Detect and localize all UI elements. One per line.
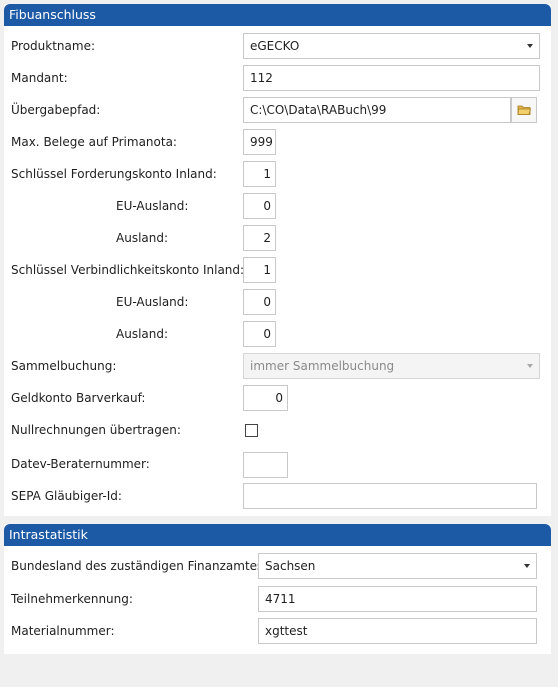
sammelbuchung-value: immer Sammelbuchung: [250, 359, 395, 373]
geldkonto-field[interactable]: 0: [243, 385, 288, 411]
uebergabepfad-field[interactable]: C:\CO\Data\RABuch\99: [243, 97, 511, 123]
produktname-label: Produktname:: [11, 39, 95, 53]
datev-label: Datev-Beraternummer:: [11, 457, 150, 471]
forderung-eu-field[interactable]: 0: [243, 193, 276, 219]
bundesland-label: Bundesland des zuständigen Finanzamtes:: [11, 559, 268, 573]
teilnehmer-label: Teilnehmerkennung:: [11, 592, 133, 606]
folder-icon: [517, 105, 532, 115]
fibuanschluss-panel: Fibuanschluss Produktname: eGECKO Mandan…: [4, 4, 551, 516]
mandant-field[interactable]: 112: [243, 65, 540, 91]
verbindlich-inland-label: Schlüssel Verbindlichkeitskonto Inland:: [11, 263, 245, 277]
bundesland-value: Sachsen: [265, 559, 316, 573]
sepa-field[interactable]: [243, 483, 537, 509]
chevron-down-icon: [527, 364, 533, 368]
datev-field[interactable]: [243, 452, 288, 478]
max-belege-label: Max. Belege auf Primanota:: [11, 135, 177, 149]
verbindlich-eu-label: EU-Ausland:: [116, 295, 189, 309]
verbindlich-ausland-label: Ausland:: [116, 327, 169, 341]
material-label: Materialnummer:: [11, 624, 115, 638]
forderung-eu-label: EU-Ausland:: [116, 199, 189, 213]
forderung-inland-field[interactable]: 1: [243, 161, 276, 187]
sepa-label: SEPA Gläubiger-Id:: [11, 489, 122, 503]
geldkonto-label: Geldkonto Barverkauf:: [11, 391, 146, 405]
nullrechnungen-checkbox[interactable]: [245, 424, 258, 437]
sammelbuchung-label: Sammelbuchung:: [11, 359, 117, 373]
material-field[interactable]: xgttest: [258, 618, 537, 644]
sammelbuchung-select[interactable]: immer Sammelbuchung: [243, 353, 540, 379]
chevron-down-icon: [527, 44, 533, 48]
verbindlich-eu-field[interactable]: 0: [243, 289, 276, 315]
bundesland-select[interactable]: Sachsen: [258, 553, 537, 579]
nullrechnungen-label: Nullrechnungen übertragen:: [11, 423, 181, 437]
browse-folder-button[interactable]: [511, 97, 537, 123]
fibuanschluss-header: Fibuanschluss: [4, 4, 551, 26]
max-belege-field[interactable]: 999: [243, 129, 276, 155]
intrastatistik-header: Intrastatistik: [4, 524, 551, 546]
produktname-value: eGECKO: [250, 39, 300, 53]
chevron-down-icon: [524, 564, 530, 568]
produktname-select[interactable]: eGECKO: [243, 33, 540, 59]
teilnehmer-field[interactable]: 4711: [258, 586, 537, 612]
forderung-ausland-label: Ausland:: [116, 231, 169, 245]
verbindlich-inland-field[interactable]: 1: [243, 257, 276, 283]
forderung-inland-label: Schlüssel Forderungskonto Inland:: [11, 167, 217, 181]
uebergabepfad-label: Übergabepfad:: [11, 103, 101, 117]
intrastatistik-panel: Intrastatistik Bundesland des zuständige…: [4, 524, 551, 654]
mandant-label: Mandant:: [11, 71, 68, 85]
verbindlich-ausland-field[interactable]: 0: [243, 321, 276, 347]
forderung-ausland-field[interactable]: 2: [243, 225, 276, 251]
